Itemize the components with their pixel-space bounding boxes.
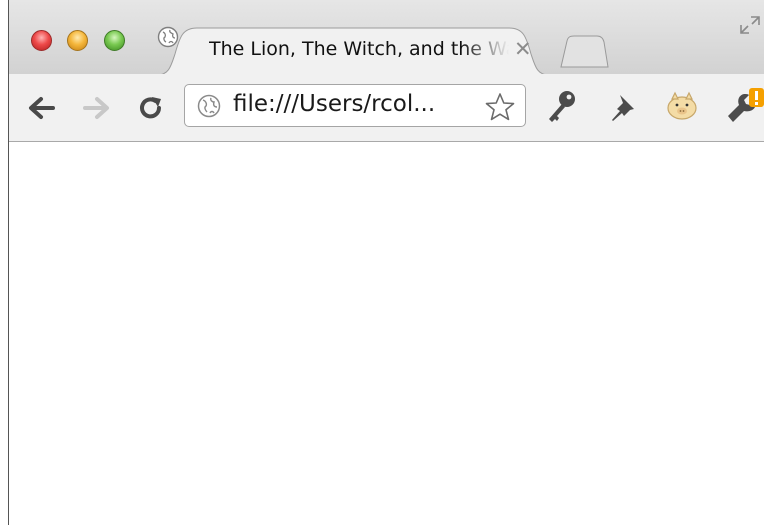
new-tab-button[interactable] [557, 34, 609, 68]
browser-window: The Lion, The Witch, and the Wardrobe ✕ [8, 0, 764, 525]
reload-icon[interactable] [137, 94, 165, 122]
globe-icon [157, 26, 179, 48]
close-window-button[interactable] [31, 30, 52, 51]
zoom-window-button[interactable] [104, 30, 125, 51]
pig-icon[interactable] [664, 88, 700, 124]
wrench-icon[interactable] [724, 86, 764, 126]
address-text[interactable]: file:///Users/rcol... [233, 91, 435, 117]
forward-arrow-icon[interactable] [83, 96, 111, 120]
pushpin-icon[interactable] [607, 92, 637, 122]
star-icon[interactable] [485, 92, 515, 122]
tab-active[interactable]: The Lion, The Witch, and the Wardrobe ✕ [157, 26, 549, 76]
address-bar[interactable]: file:///Users/rcol... [184, 84, 526, 127]
tab-title: The Lion, The Witch, and the Wardrobe [209, 38, 509, 60]
fullscreen-icon[interactable] [737, 12, 763, 38]
tab-close-icon[interactable]: ✕ [514, 37, 532, 61]
page-content [9, 142, 764, 525]
back-arrow-icon[interactable] [27, 96, 55, 120]
key-icon[interactable] [544, 88, 578, 124]
globe-icon [197, 94, 221, 118]
toolbar: file:///Users/rcol... [9, 74, 764, 142]
tab-strip: The Lion, The Witch, and the Wardrobe ✕ [9, 0, 764, 76]
minimize-window-button[interactable] [67, 30, 88, 51]
